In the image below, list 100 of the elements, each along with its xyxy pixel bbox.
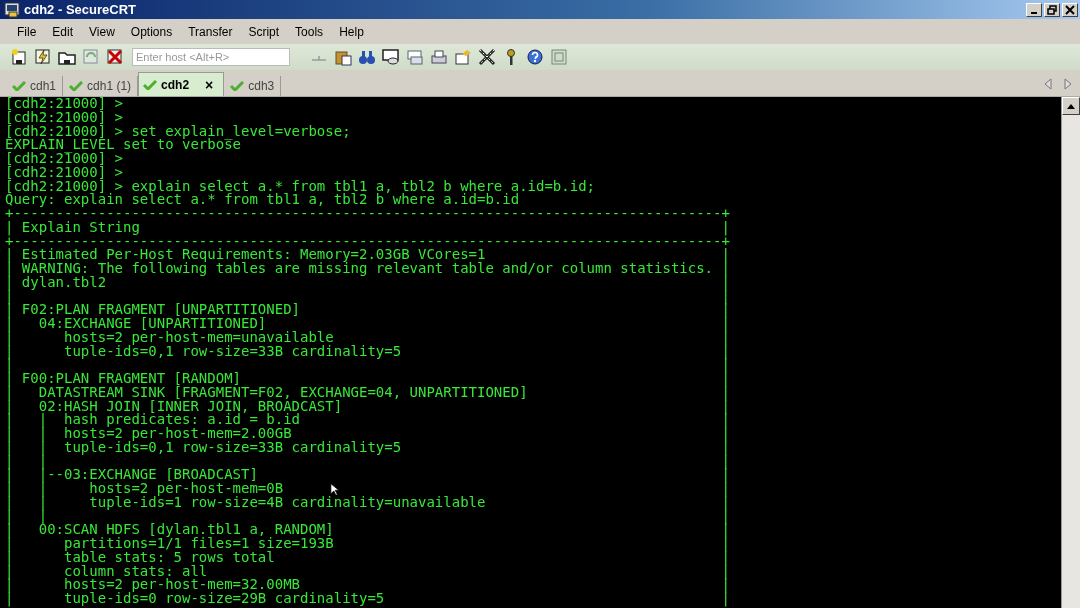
table-border: | xyxy=(721,289,730,304)
terminal-line: [cdh2:21000] > xyxy=(5,97,124,111)
menu-item[interactable]: Edit xyxy=(44,24,82,39)
table-border: | xyxy=(721,303,730,317)
table-border: | xyxy=(5,399,14,414)
scroll-left-icon[interactable] xyxy=(1044,78,1052,90)
close-tab-button[interactable]: × xyxy=(205,76,214,93)
table-border: | xyxy=(721,330,730,345)
terminal-line: |--03:EXCHANGE [BROADCAST] xyxy=(37,468,258,482)
host-input-field[interactable]: Enter host <Alt+R> xyxy=(132,48,290,66)
menu-item[interactable]: Tools xyxy=(287,24,332,39)
lightning-icon[interactable] xyxy=(34,48,52,66)
table-border: | xyxy=(5,495,14,510)
check-icon xyxy=(12,81,26,91)
terminal-line: | hosts=2 per-host-mem=0B xyxy=(37,482,284,496)
table-border: | xyxy=(721,317,730,331)
terminal-line: [cdh2:21000] > xyxy=(5,110,124,125)
binoculars-icon[interactable] xyxy=(358,48,376,66)
minimize-icon xyxy=(1031,11,1037,14)
restore-button[interactable] xyxy=(1044,2,1060,17)
monitor-icon[interactable] xyxy=(382,48,400,66)
table-border: | xyxy=(5,550,14,565)
table-border: | xyxy=(5,344,14,359)
table-border: | xyxy=(721,344,730,359)
terminal-line: F00:PLAN FRAGMENT [RANDOM] xyxy=(20,372,241,386)
terminal-line: | hosts=2 per-host-mem=2.00GB xyxy=(37,427,292,441)
terminal-line: 00:SCAN HDFS [dylan.tbl1 a, RANDOM] xyxy=(37,523,334,537)
table-border: | xyxy=(5,220,14,235)
table-border: | xyxy=(5,248,14,262)
close-icon xyxy=(1065,4,1075,15)
table-border: | xyxy=(5,330,14,345)
table-border: | xyxy=(5,275,14,290)
table-border: | xyxy=(721,578,730,592)
session-tab[interactable]: cdh3 xyxy=(224,76,282,96)
table-border: | xyxy=(721,523,730,537)
table-border: | xyxy=(721,248,730,262)
table-border: | xyxy=(5,289,14,304)
table-border: | xyxy=(5,358,14,372)
scrollbar[interactable] xyxy=(1061,97,1080,608)
terminal-line: DATASTREAM SINK [FRAGMENT=F02, EXCHANGE=04, UNPARTITIONED] xyxy=(37,385,528,400)
minimize-button[interactable] xyxy=(1026,2,1042,17)
close-button[interactable] xyxy=(1062,2,1078,17)
table-border: | xyxy=(721,427,730,441)
terminal-line: dylan.tbl2 xyxy=(20,275,107,290)
table-border: | xyxy=(721,440,730,455)
terminal-line: column stats: all xyxy=(63,564,208,579)
new-session-icon[interactable] xyxy=(10,48,28,66)
terminal-icon xyxy=(4,1,20,18)
table-border: | xyxy=(5,592,14,606)
tab-label: cdh2 xyxy=(161,77,190,92)
terminal-line: | xyxy=(37,509,48,524)
table-border: | xyxy=(721,399,730,414)
table-border: | xyxy=(721,495,730,510)
terminal-line: [cdh2:21000] > xyxy=(5,152,124,166)
menu-item[interactable]: Script xyxy=(240,24,288,39)
table-border: | xyxy=(721,220,730,235)
scroll-right-icon[interactable] xyxy=(1064,78,1072,90)
table-border: | xyxy=(721,482,730,496)
printer-icon[interactable] xyxy=(430,48,448,66)
tab-label: cdh1 xyxy=(30,79,57,93)
table-border: | xyxy=(5,454,14,469)
table-border: | xyxy=(5,578,14,592)
table-border: | xyxy=(5,413,14,427)
scroll-up-button[interactable] xyxy=(1062,97,1080,115)
session-tab[interactable]: cdh1 xyxy=(6,76,64,96)
terminal-line: Explain String xyxy=(20,220,140,235)
clipboard-icon[interactable] xyxy=(334,48,352,66)
transfer-icon[interactable] xyxy=(406,48,424,66)
terminal-line: WARNING: The following tables are missing relevant table and/or column statistics. xyxy=(20,262,714,276)
terminal-line: [cdh2:21000] > explain select a.* from tbl1 a, tbl2 b where a.id=b.id; xyxy=(5,179,596,194)
menu-item[interactable]: Help xyxy=(331,24,372,39)
table-border: | xyxy=(721,275,730,290)
terminal-line: | hash predicates: a.id = b.id xyxy=(37,413,300,427)
terminal-line: tuple-ids=0 row-size=29B cardinality=5 xyxy=(63,592,385,606)
restore-icon xyxy=(1047,4,1057,15)
tab-label: cdh1 (1) xyxy=(87,79,132,93)
terminal-line: +------------------------------------------------------------------------------------+ xyxy=(5,207,731,221)
disconnect-icon[interactable] xyxy=(106,48,124,66)
help-icon[interactable] xyxy=(526,48,544,66)
up-arrow-icon xyxy=(1067,103,1075,109)
menu-item[interactable]: File xyxy=(9,24,45,39)
table-border: | xyxy=(721,262,730,276)
menu-item[interactable]: Transfer xyxy=(180,24,241,39)
table-border: | xyxy=(721,592,730,606)
table-border: | xyxy=(5,523,14,537)
check-icon xyxy=(143,79,158,90)
table-border: | xyxy=(721,550,730,565)
table-border: | xyxy=(5,385,14,400)
table-border: | xyxy=(721,468,730,482)
terminal-line: 04:EXCHANGE [UNPARTITIONED] xyxy=(37,317,267,331)
table-border: | xyxy=(5,537,14,551)
table-border: | xyxy=(721,413,730,427)
table-border: | xyxy=(5,482,14,496)
check-icon xyxy=(230,81,245,91)
menu-item[interactable]: Options xyxy=(122,24,181,39)
menu-item[interactable]: View xyxy=(81,24,123,39)
table-border: | xyxy=(5,303,14,317)
check-icon xyxy=(69,81,84,91)
terminal-line: EXPLAIN_LEVEL set to verbose xyxy=(5,138,241,152)
session-tab[interactable]: cdh2 × xyxy=(138,72,225,96)
